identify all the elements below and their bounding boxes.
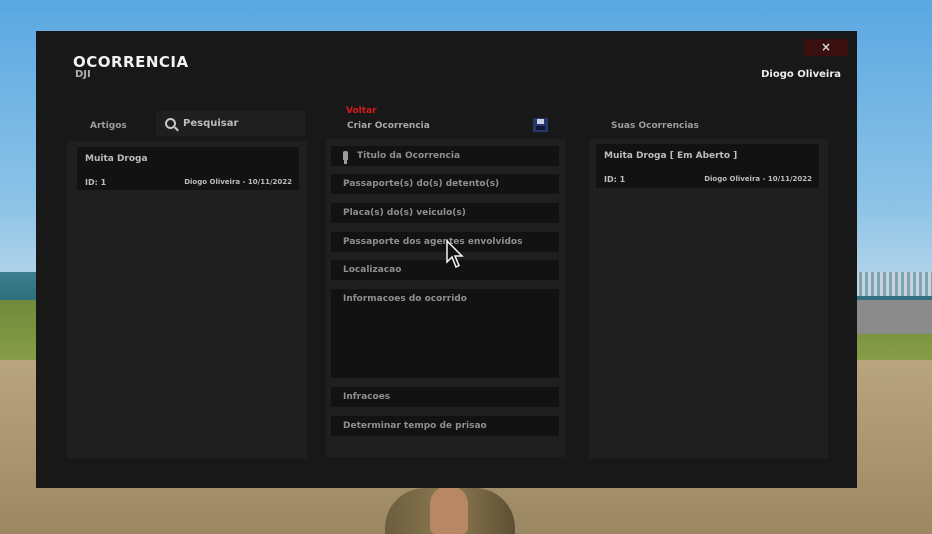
close-button[interactable]: × — [804, 39, 848, 56]
game-fence-background — [856, 272, 932, 296]
list-item-id: ID: 1 — [85, 178, 107, 187]
mouse-cursor-icon — [446, 240, 464, 269]
detentos-field[interactable]: Passaporte(s) do(s) detento(s) — [331, 174, 559, 194]
list-item-meta: Diogo Oliveira - 10/11/2022 — [704, 175, 812, 183]
titulo-field-placeholder: Titulo da Ocorrencia — [357, 151, 461, 161]
titulo-field[interactable]: Titulo da Ocorrencia — [331, 146, 559, 166]
suas-ocorrencias-header: Suas Ocorrencias — [611, 121, 699, 131]
localizacao-field[interactable]: Localizacao — [331, 260, 559, 280]
placas-field[interactable]: Placa(s) do(s) veiculo(s) — [331, 203, 559, 223]
infracoes-field[interactable]: Infracoes — [331, 387, 559, 407]
game-road-background — [856, 300, 932, 334]
artigos-list: Muita Droga ID: 1 Diogo Oliveira - 10/11… — [67, 141, 307, 458]
list-item-title: Muita Droga [ Em Aberto ] — [604, 151, 738, 161]
tempo-prisao-field[interactable]: Determinar tempo de prisao — [331, 416, 559, 436]
save-icon[interactable] — [533, 118, 548, 132]
search-placeholder: Pesquisar — [183, 118, 239, 129]
back-link[interactable]: Voltar — [346, 106, 377, 116]
localizacao-field-placeholder: Localizacao — [343, 265, 402, 275]
list-item[interactable]: Muita Droga ID: 1 Diogo Oliveira - 10/11… — [77, 147, 299, 190]
agentes-field-placeholder: Passaporte dos agentes envolvidos — [343, 237, 523, 247]
tab-artigos[interactable]: Artigos — [90, 121, 127, 131]
infracoes-field-placeholder: Infracoes — [343, 392, 391, 402]
occurrences-list: Muita Droga [ Em Aberto ] ID: 1 Diogo Ol… — [589, 139, 828, 458]
pen-icon — [343, 151, 348, 164]
detentos-field-placeholder: Passaporte(s) do(s) detento(s) — [343, 179, 500, 189]
list-item-id: ID: 1 — [604, 175, 626, 184]
agentes-field[interactable]: Passaporte dos agentes envolvidos — [331, 232, 559, 252]
list-item-title: Muita Droga — [85, 154, 148, 164]
placas-field-placeholder: Placa(s) do(s) veiculo(s) — [343, 208, 466, 218]
search-input[interactable]: Pesquisar — [156, 111, 305, 136]
player-hand — [430, 486, 468, 534]
create-occurrence-header: Criar Ocorrencia — [347, 121, 430, 131]
list-item[interactable]: Muita Droga [ Em Aberto ] ID: 1 Diogo Ol… — [596, 144, 819, 188]
informacoes-textarea[interactable]: Informacoes do ocorrido — [331, 289, 559, 378]
list-item-meta: Diogo Oliveira - 10/11/2022 — [184, 178, 292, 186]
search-icon — [165, 118, 176, 129]
tempo-prisao-field-placeholder: Determinar tempo de prisao — [343, 421, 487, 431]
user-name: Diogo Oliveira — [761, 69, 841, 80]
panel-subtitle: DJI — [75, 69, 91, 80]
informacoes-textarea-placeholder: Informacoes do ocorrido — [343, 294, 467, 304]
